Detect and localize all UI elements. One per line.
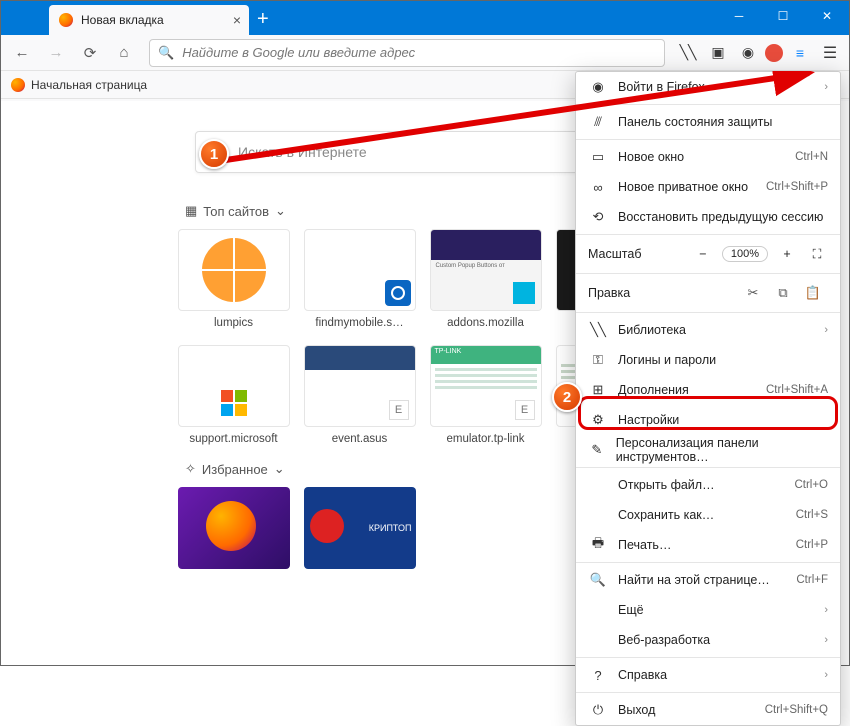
top-site-tile[interactable]: lumpics (178, 229, 290, 329)
zoom-value: 100% (722, 246, 768, 262)
tab-close-icon[interactable]: × (233, 12, 241, 28)
forward-button[interactable]: → (41, 38, 71, 68)
search-icon: 🔍 (588, 572, 608, 588)
help-icon: ? (588, 668, 608, 683)
firefox-icon (59, 13, 73, 27)
library-icon: ╲╲ (588, 322, 608, 338)
menu-new-private[interactable]: ∞Новое приватное окноCtrl+Shift+P (576, 172, 840, 202)
close-button[interactable]: ✕ (805, 1, 849, 31)
key-icon: ⚿ (588, 352, 608, 368)
navigation-toolbar: ← → ⟳ ⌂ 🔍 Найдите в Google или введите а… (1, 35, 849, 71)
window-controls: ─ ☐ ✕ (717, 1, 849, 31)
menu-more[interactable]: Ещё› (576, 595, 840, 625)
app-menu-button[interactable]: ☰ (817, 40, 843, 66)
back-button[interactable]: ← (7, 38, 37, 68)
star-icon: ✧ (185, 461, 196, 477)
browser-tab[interactable]: Новая вкладка × (49, 5, 249, 35)
menu-zoom: Масштаб − 100% + ⛶ (576, 237, 840, 271)
shield-icon: ⫻ (588, 114, 608, 130)
account-icon[interactable]: ◉ (735, 40, 761, 66)
zoom-out-button[interactable]: − (692, 243, 714, 265)
power-icon: ⏻ (588, 702, 608, 718)
new-tab-button[interactable]: + (257, 8, 269, 31)
grid-icon: ▦ (185, 203, 197, 219)
top-site-tile[interactable]: TP-LINKE emulator.tp-link (430, 345, 542, 445)
menu-edit: Правка ✂ ⧉ 📋 (576, 276, 840, 310)
brush-icon: ✎ (588, 442, 606, 458)
gear-icon: ⚙ (588, 412, 608, 428)
print-icon: 🖶 (588, 534, 608, 556)
menu-signin[interactable]: ◉Войти в Firefox› (576, 72, 840, 102)
menu-exit[interactable]: ⏻ВыходCtrl+Shift+Q (576, 695, 840, 725)
highlight-tile[interactable]: КРИПТОП (304, 487, 416, 569)
chevron-right-icon: › (824, 324, 828, 336)
app-menu: ◉Войти в Firefox› ⫻Панель состояния защи… (575, 71, 841, 726)
zoom-in-button[interactable]: + (776, 243, 798, 265)
top-site-tile[interactable]: Custom Popup Buttons от addons.mozilla (430, 229, 542, 329)
chevron-right-icon: › (824, 669, 828, 681)
chevron-down-icon: ⌄ (274, 461, 285, 477)
menu-new-window[interactable]: ▭Новое окноCtrl+N (576, 142, 840, 172)
menu-customize[interactable]: ✎Персонализация панели инструментов… (576, 435, 840, 465)
top-site-tile[interactable]: support.microsoft (178, 345, 290, 445)
window-icon: ▭ (588, 149, 608, 165)
firefox-icon (11, 78, 25, 92)
menu-addons[interactable]: ⊞ДополненияCtrl+Shift+A (576, 375, 840, 405)
cut-icon[interactable]: ✂ (738, 285, 768, 301)
menu-save-as[interactable]: Сохранить как…Ctrl+S (576, 500, 840, 530)
menu-protection[interactable]: ⫻Панель состояния защиты (576, 107, 840, 137)
browser-window: Новая вкладка × + ─ ☐ ✕ ← → ⟳ ⌂ 🔍 Найдит… (0, 0, 850, 666)
readinglist-icon[interactable]: ≡ (787, 40, 813, 66)
menu-find[interactable]: 🔍Найти на этой странице…Ctrl+F (576, 565, 840, 595)
fullscreen-button[interactable]: ⛶ (806, 243, 828, 265)
account-icon: ◉ (588, 79, 608, 95)
highlight-tile[interactable] (178, 487, 290, 569)
search-placeholder: Искать в Интернете (238, 144, 367, 160)
minimize-button[interactable]: ─ (717, 1, 761, 31)
menu-help[interactable]: ?Справка› (576, 660, 840, 690)
library-icon[interactable]: ╲╲ (675, 40, 701, 66)
menu-webdev[interactable]: Веб-разработка› (576, 625, 840, 655)
top-site-tile[interactable]: findmymobile.s… (304, 229, 416, 329)
puzzle-icon: ⊞ (588, 382, 608, 398)
chevron-down-icon: ⌄ (275, 203, 286, 219)
reload-button[interactable]: ⟳ (75, 38, 105, 68)
address-placeholder: Найдите в Google или введите адрес (182, 45, 415, 60)
chevron-right-icon: › (824, 604, 828, 616)
search-icon: 🔍 (158, 45, 174, 61)
sidebar-icon[interactable]: ▣ (705, 40, 731, 66)
restore-icon: ⟲ (588, 209, 608, 225)
menu-library[interactable]: ╲╲Библиотека› (576, 315, 840, 345)
extension-icon[interactable] (765, 44, 783, 62)
menu-print[interactable]: 🖶Печать…Ctrl+P (576, 530, 840, 560)
bookmark-item[interactable]: Начальная страница (31, 78, 147, 92)
menu-settings[interactable]: ⚙Настройки (576, 405, 840, 435)
titlebar: Новая вкладка × + ─ ☐ ✕ (1, 1, 849, 35)
menu-logins[interactable]: ⚿Логины и пароли (576, 345, 840, 375)
chevron-right-icon: › (824, 634, 828, 646)
chevron-right-icon: › (824, 81, 828, 93)
menu-open-file[interactable]: Открыть файл…Ctrl+O (576, 470, 840, 500)
paste-icon[interactable]: 📋 (798, 285, 828, 301)
copy-icon[interactable]: ⧉ (768, 285, 798, 301)
google-icon (210, 143, 228, 161)
tab-title: Новая вкладка (81, 13, 164, 27)
top-site-tile[interactable]: E event.asus (304, 345, 416, 445)
maximize-button[interactable]: ☐ (761, 1, 805, 31)
home-button[interactable]: ⌂ (109, 38, 139, 68)
mask-icon: ∞ (588, 180, 608, 195)
address-bar[interactable]: 🔍 Найдите в Google или введите адрес (149, 39, 665, 67)
menu-restore-session[interactable]: ⟲Восстановить предыдущую сессию (576, 202, 840, 232)
puzzle-icon (513, 282, 535, 304)
